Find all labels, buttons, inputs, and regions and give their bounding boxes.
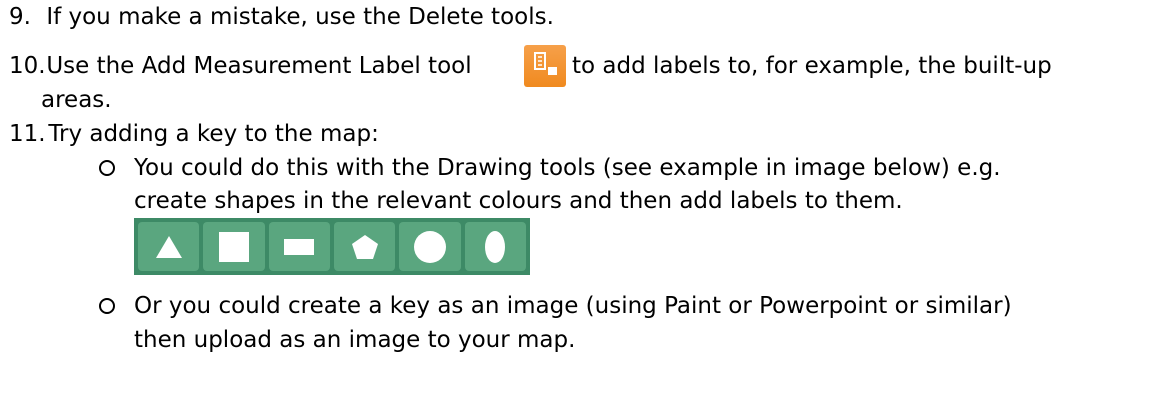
bullet-1-line-1: You could do this with the Drawing tools… [134, 151, 1001, 185]
square-tool [203, 222, 265, 271]
step-text: Try adding a key to the map: [48, 121, 379, 147]
triangle-tool [138, 222, 200, 271]
bullet-text: create shapes in the relevant colours an… [134, 188, 903, 214]
circle-icon [413, 230, 446, 263]
step-text-before-icon: Use the Add Measurement Label tool [46, 53, 472, 79]
bullet-marker [99, 298, 115, 314]
drawing-tools-image [134, 218, 530, 275]
rectangle-tool [268, 222, 330, 271]
step-10-continuation: areas. [41, 83, 112, 117]
bullet-marker [99, 160, 115, 176]
step-text-after-icon: to add labels to, for example, the built… [572, 53, 1052, 79]
bullet-2-line-2: then upload as an image to your map. [134, 323, 575, 357]
step-11: 11. Try adding a key to the map: [9, 117, 379, 151]
bullet-text: Or you could create a key as an image (u… [134, 293, 1012, 319]
step-9: 9. If you make a mistake, use the Delete… [9, 0, 554, 34]
bullet-1-line-2: create shapes in the relevant colours an… [134, 184, 903, 218]
pentagon-tool [333, 222, 396, 271]
pentagon-icon [351, 234, 378, 259]
step-10: 10. Use the Add Measurement Label tool [9, 49, 472, 83]
ellipse-tool [464, 222, 526, 271]
step-number: 10. [9, 53, 46, 79]
measurement-label-icon [524, 45, 566, 87]
circle-tool [399, 222, 461, 271]
triangle-icon [155, 235, 182, 258]
ellipse-icon [485, 230, 506, 263]
step-number: 9. [9, 4, 31, 30]
step-text-continuation: areas. [41, 87, 112, 113]
step-number: 11. [9, 121, 46, 147]
step-text: If you make a mistake, use the Delete to… [46, 4, 554, 30]
rectangle-icon [284, 238, 315, 255]
step-10-after-icon: to add labels to, for example, the built… [572, 49, 1052, 83]
bullet-text: then upload as an image to your map. [134, 327, 576, 353]
bullet-2-line-1: Or you could create a key as an image (u… [134, 289, 1012, 323]
bullet-text: You could do this with the Drawing tools… [134, 155, 1001, 181]
square-icon [218, 231, 249, 262]
